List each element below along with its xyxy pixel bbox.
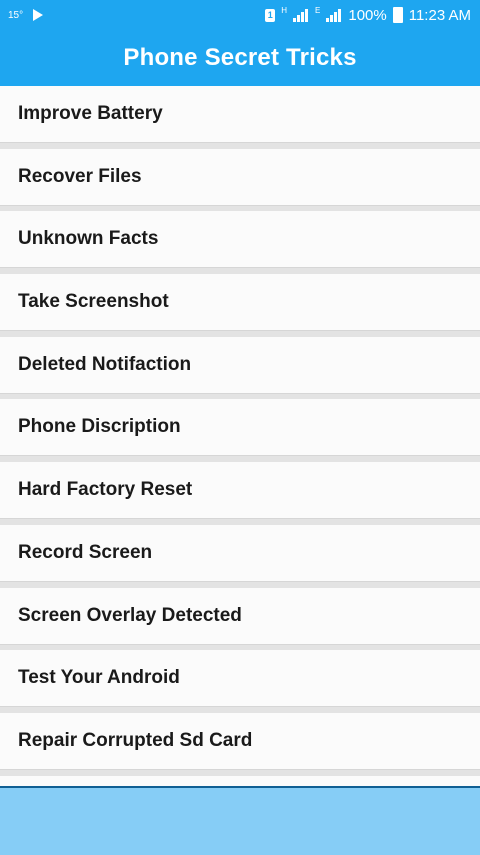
menu-item-label: Unknown Facts [18, 228, 159, 250]
menu-item-label: Recover Files [18, 165, 142, 187]
bottom-panel [0, 786, 480, 855]
menu-item-label: Hard Factory Reset [18, 479, 193, 501]
signal-icon [326, 8, 342, 22]
signal-icon [293, 8, 309, 22]
menu-item-label: Record Screen [18, 541, 153, 563]
menu-item-improve-battery[interactable]: Improve Battery [0, 86, 480, 143]
menu-list: Improve Battery Recover Files Unknown Fa… [0, 86, 480, 786]
menu-item-label: Deleted Notifaction [18, 353, 192, 375]
menu-item-test-android[interactable]: Test Your Android [0, 650, 480, 708]
menu-item-label: Repair Corrupted Sd Card [18, 729, 253, 751]
status-bar: 15° 1 H E 100% 11:23 AM [0, 0, 480, 30]
menu-item-unknown-facts[interactable]: Unknown Facts [0, 211, 480, 269]
menu-item-partial[interactable] [0, 775, 480, 786]
notification-icon: 1 [265, 8, 276, 22]
menu-item-label: Test Your Android [18, 667, 180, 689]
menu-item-deleted-notification[interactable]: Deleted Notifaction [0, 336, 480, 394]
menu-item-label: Improve Battery [18, 103, 163, 124]
network-e-label: E [315, 5, 321, 15]
menu-item-take-screenshot[interactable]: Take Screenshot [0, 274, 480, 332]
menu-item-hard-factory-reset[interactable]: Hard Factory Reset [0, 462, 480, 520]
app-bar: Phone Secret Tricks [0, 30, 480, 86]
menu-item-recover-files[interactable]: Recover Files [0, 148, 480, 206]
menu-item-repair-sd-card[interactable]: Repair Corrupted Sd Card [0, 712, 480, 770]
clock: 11:23 AM [408, 6, 471, 24]
menu-item-label: Phone Discription [18, 416, 181, 438]
page-title: Phone Secret Tricks [123, 44, 357, 71]
menu-item-phone-description[interactable]: Phone Discription [0, 399, 480, 457]
menu-item-record-screen[interactable]: Record Screen [0, 524, 480, 582]
menu-item-label: Screen Overlay Detected [18, 604, 242, 626]
menu-item-label: Take Screenshot [18, 291, 169, 313]
battery-icon [392, 7, 403, 23]
network-h-label: H [281, 5, 288, 15]
menu-item-screen-overlay[interactable]: Screen Overlay Detected [0, 587, 480, 645]
temperature-label: 15° [8, 9, 24, 21]
play-icon [33, 9, 44, 21]
battery-percent: 100% [348, 6, 387, 24]
